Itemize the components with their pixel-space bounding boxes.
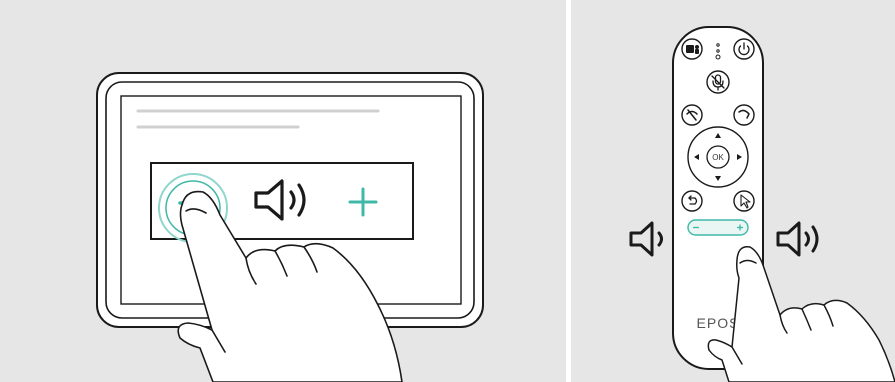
brand-logo: EPOS bbox=[697, 315, 740, 331]
ok-button[interactable]: OK bbox=[706, 145, 730, 169]
remote-illustration: OK EPOS bbox=[571, 0, 895, 382]
volume-rocker[interactable] bbox=[687, 219, 749, 236]
hand-illustration bbox=[707, 246, 895, 382]
power-button[interactable] bbox=[733, 38, 755, 60]
speaker-high-icon bbox=[776, 221, 819, 257]
back-button[interactable] bbox=[681, 190, 703, 212]
hang-up-button[interactable] bbox=[681, 104, 703, 126]
answer-call-button[interactable] bbox=[733, 104, 755, 126]
ok-label: OK bbox=[712, 153, 724, 162]
mute-mic-button[interactable] bbox=[706, 70, 730, 94]
pointer-button[interactable] bbox=[733, 190, 755, 212]
teams-icon bbox=[686, 45, 699, 54]
speaker-low-icon bbox=[629, 221, 663, 257]
touch-panel-illustration bbox=[0, 0, 566, 382]
teams-button[interactable] bbox=[681, 38, 703, 60]
